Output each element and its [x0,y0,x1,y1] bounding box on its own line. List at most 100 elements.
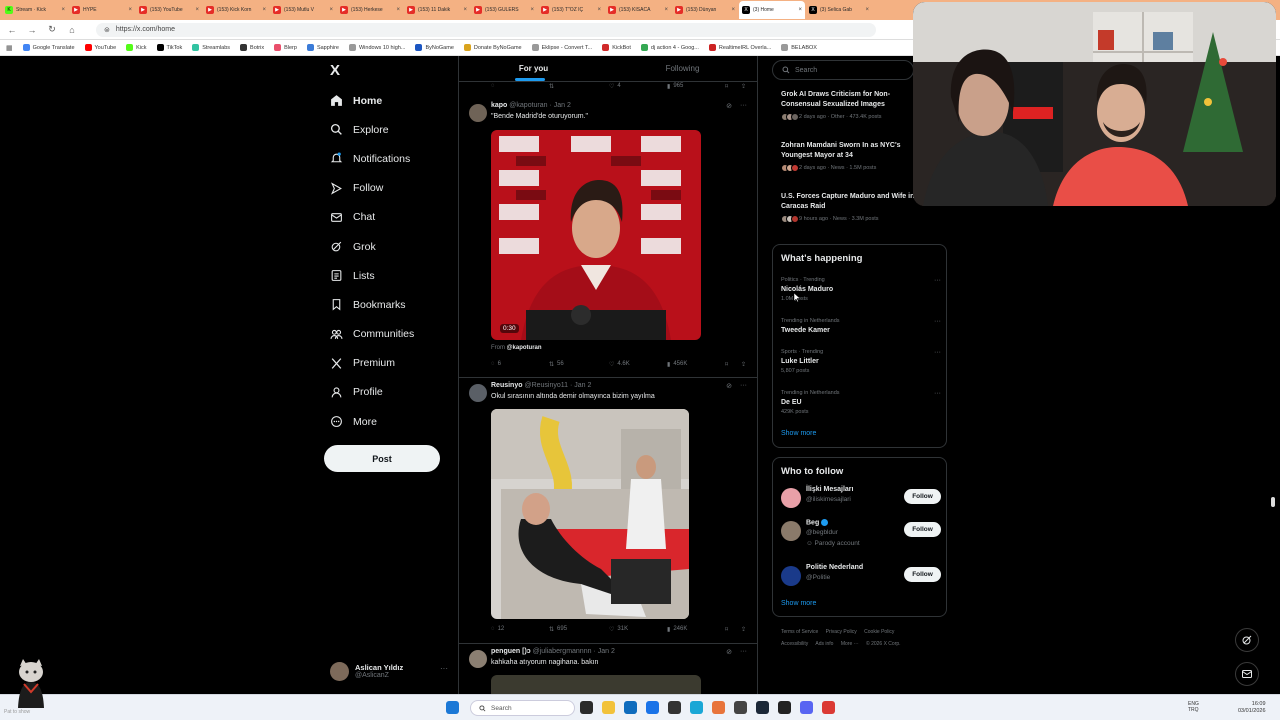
close-icon[interactable]: × [865,7,869,13]
browser-tab[interactable]: ▶ (153) Kick Korn × [203,1,269,19]
tweet-date[interactable]: Jan 2 [574,382,591,389]
obs-icon[interactable] [668,701,681,714]
follow-suggestion[interactable]: Beg @begbldur ☺ Parody account Follow [781,519,941,555]
tweet-video[interactable] [491,409,689,619]
forward-icon[interactable]: → [26,25,38,35]
more-horizontal-icon[interactable]: ··· [934,390,941,397]
close-icon[interactable]: × [530,7,534,13]
views-button[interactable]: ▮ 965 [667,83,683,90]
app-icon[interactable] [734,701,747,714]
news-item[interactable]: Grok AI Draws Criticism for Non-Consensu… [781,90,916,121]
news-item[interactable]: Zohran Mamdani Sworn In as NYC's Younges… [781,141,916,172]
follow-button[interactable]: Follow [904,567,941,582]
bookmark[interactable]: TikTok [156,44,182,51]
close-icon[interactable]: × [463,7,467,13]
browser-tab[interactable]: ▶ (153) YouTube × [136,1,202,19]
tweet-date[interactable]: Jan 2 [598,648,615,655]
bookmark[interactable]: Sapphire [306,44,339,51]
footer-link[interactable]: Cookie Policy [864,629,894,635]
tweet[interactable]: penguen [)ɔ @juliabergmannnn · Jan 2 ⊘ ··… [459,644,757,694]
avatar[interactable] [469,104,487,122]
bookmark[interactable]: dj action 4 - Goog... [640,44,699,51]
messages-float-button[interactable] [1235,662,1259,686]
browser-tab[interactable]: ▶ HYPE × [69,1,135,19]
tweet-author-handle[interactable]: @Reusinyo11 [524,382,568,389]
views-button[interactable]: ▮ 246K [667,626,687,633]
close-icon[interactable]: × [61,7,65,13]
close-icon[interactable]: × [195,7,199,13]
discord-icon[interactable] [800,701,813,714]
bookmark[interactable]: Google Translate [22,44,75,51]
browser-tab[interactable]: ▶ (153) Herkese × [337,1,403,19]
follow-suggestion[interactable]: İlişki Mesajları @iliskimesajlari Follow [781,486,941,516]
browser-tab[interactable]: ▶ (153) T"OZ IÇ × [538,1,604,19]
browser-tab[interactable]: ▶ (153) Mutlu V × [270,1,336,19]
avatar[interactable] [469,384,487,402]
bookmark[interactable]: YouTube [84,44,116,51]
browser-tab[interactable]: ▶ (153) GULERS × [471,1,537,19]
repost-button[interactable]: ⇅ 56 [549,361,564,368]
tab-following[interactable]: Following [608,56,757,81]
bookmark-icon[interactable]: ⌑ [725,361,728,368]
apps-icon[interactable]: ▦ [6,44,13,52]
source-handle[interactable]: @kapoturan [507,345,542,351]
clock[interactable]: 16:09 03/01/2026 [1238,701,1266,715]
tweet-video[interactable] [491,675,701,694]
bookmark-icon[interactable]: ⌑ [725,626,728,633]
browser-tab[interactable]: ▶ (153) Dünyan × [672,1,738,19]
tab-for-you[interactable]: For you [459,56,608,81]
tweet-date[interactable]: Jan 2 [554,102,571,109]
avatar[interactable] [781,488,801,508]
trend-item[interactable]: Trending in Netherlands De EU 429K posts… [781,390,941,415]
show-more-link[interactable]: Show more [781,600,816,607]
tweet[interactable]: kapo @kapoturan · Jan 2 ⊘ ··· "Bende Madr… [459,98,757,378]
avatar[interactable] [781,521,801,541]
more-horizontal-icon[interactable]: ··· [740,648,747,656]
language-indicator[interactable]: ENG TRQ [1188,701,1199,713]
app-icon[interactable] [646,701,659,714]
trend-item[interactable]: Sports · Trending Luke Littler 5,807 pos… [781,349,941,374]
close-icon[interactable]: × [731,7,735,13]
chrome-icon[interactable] [822,701,835,714]
bookmark[interactable]: Eklipse - Convert T... [531,44,592,51]
tweet-author-name[interactable]: kapo [491,102,507,109]
tweet-author-handle[interactable]: @juliabergmannnn [533,648,592,655]
more-horizontal-icon[interactable]: ··· [934,277,941,284]
url-input[interactable]: ⊜ https://x.com/home [96,22,876,37]
browser-tab[interactable]: K Stream · Kick × [2,1,68,19]
steam-icon[interactable] [756,701,769,714]
footer-link[interactable]: Terms of Service [781,629,818,635]
bookmark[interactable]: Windows 10 high... [348,44,405,51]
like-button[interactable]: ♡ 31K [609,626,628,633]
repost-icon[interactable]: ⇅ [549,83,554,90]
site-info-icon[interactable]: ⊜ [104,26,110,34]
reply-icon[interactable]: ◌ [491,83,495,89]
close-icon[interactable]: × [597,7,601,13]
more-horizontal-icon[interactable]: ··· [740,102,747,110]
bookmark[interactable]: ByNoGame [415,44,454,51]
tweet-author-name[interactable]: penguen [)ɔ [491,648,531,655]
taskbar-search[interactable]: Search [470,700,575,716]
footer-link[interactable]: Privacy Policy [826,629,857,635]
search-input[interactable]: Search [772,60,914,80]
follow-button[interactable]: Follow [904,489,941,504]
avatar[interactable] [781,566,801,586]
bookmark[interactable]: BELABOX [781,44,817,51]
reply-button[interactable]: ◌ 12 [491,626,504,632]
edge-icon[interactable] [690,701,703,714]
store-icon[interactable] [624,701,637,714]
like-button[interactable]: ♡ 4.6K [609,361,630,368]
close-icon[interactable]: × [396,7,400,13]
show-more-link[interactable]: Show more [781,430,816,437]
trend-item[interactable]: Trending in Netherlands Tweede Kamer ··· [781,318,941,337]
share-icon[interactable]: ⇪ [741,626,746,633]
footer-link[interactable]: Ads info [815,641,833,647]
bookmark-icon[interactable]: ⌑ [725,83,728,90]
back-icon[interactable]: ← [6,25,18,35]
footer-link[interactable]: More ··· [841,641,859,647]
x-logo[interactable]: X [330,62,340,79]
more-horizontal-icon[interactable]: ··· [934,349,941,356]
browser-tab[interactable]: ▶ (153) KISACA × [605,1,671,19]
grok-float-button[interactable] [1235,628,1259,652]
grok-icon[interactable]: ⊘ [726,382,732,390]
